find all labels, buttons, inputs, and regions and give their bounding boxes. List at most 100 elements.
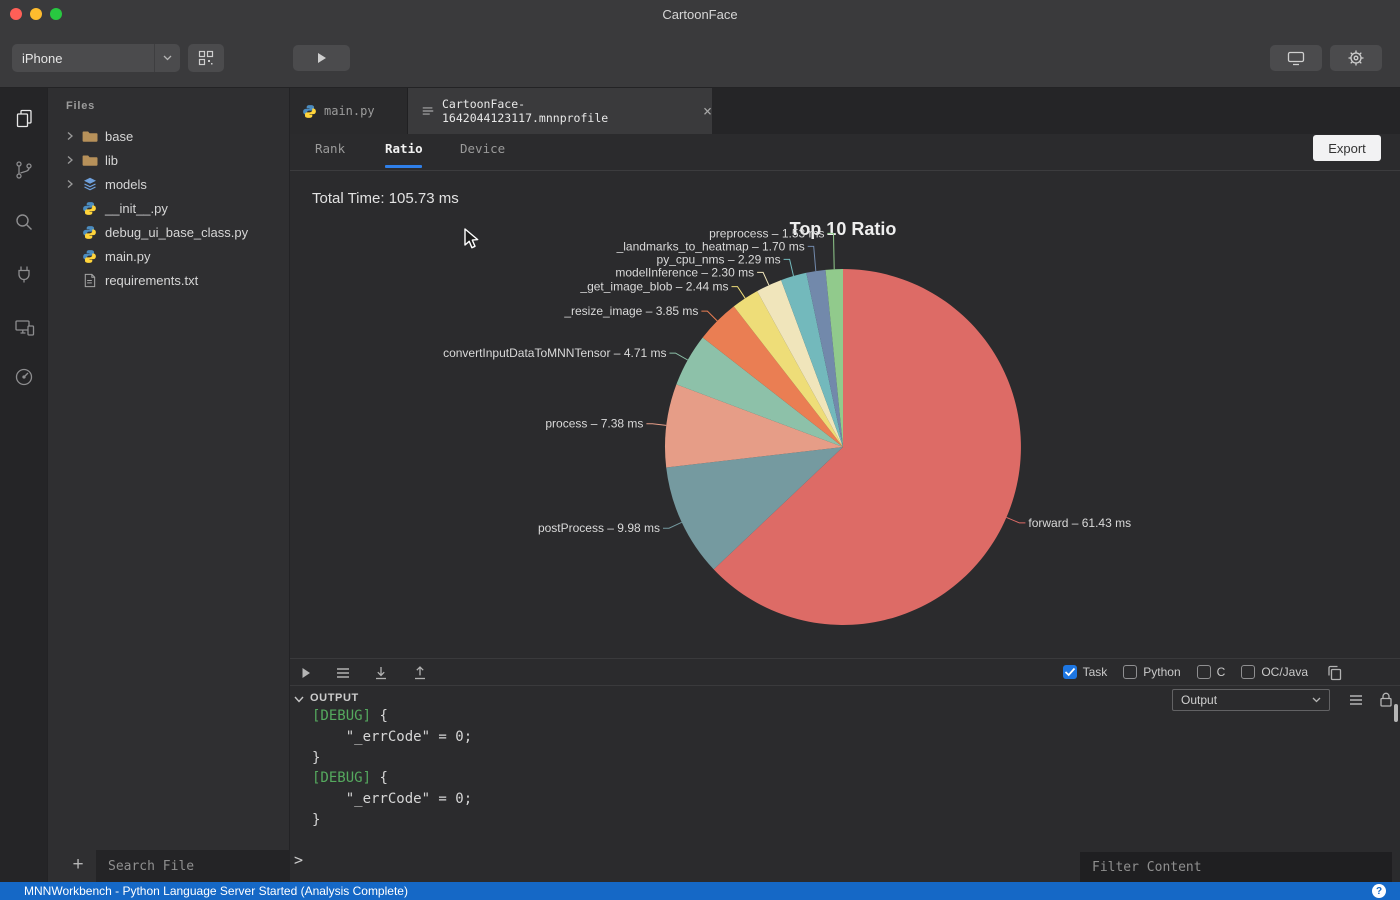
tab-mnnprofile[interactable]: CartoonFace-1642044123117.mnnprofile ×: [408, 88, 712, 134]
checkbox-label: Task: [1082, 665, 1108, 679]
line-text: "_errCode" = 0;: [312, 791, 473, 808]
export-button[interactable]: Export: [1313, 135, 1381, 161]
tree-item-lib[interactable]: lib: [48, 148, 290, 172]
list-icon: [337, 668, 349, 678]
pie-label: modelInference – 2.30 ms: [615, 265, 754, 279]
title-bar: CartoonFace: [0, 0, 1400, 28]
upload-button[interactable]: [412, 665, 428, 681]
search-file-input[interactable]: [96, 850, 290, 882]
tab-rank[interactable]: Rank: [315, 141, 345, 156]
pie-label-line: [701, 310, 718, 322]
files-activity-button[interactable]: [12, 106, 36, 130]
folder-icon: [82, 152, 99, 168]
devices-activity-button[interactable]: [12, 315, 36, 339]
tab-main-py[interactable]: main.py: [290, 88, 408, 134]
download-button[interactable]: [373, 665, 389, 681]
task-list-button[interactable]: [335, 665, 351, 681]
tree-item-debug-ui-base-class-py[interactable]: debug_ui_base_class.py: [48, 220, 290, 244]
clear-output-button[interactable]: [1348, 692, 1364, 708]
output-panel-title: OUTPUT: [310, 692, 359, 704]
files-icon: [16, 109, 32, 128]
tree-item-requirements-txt[interactable]: requirements.txt: [48, 268, 290, 292]
run-button[interactable]: [293, 45, 350, 71]
output-channel-select[interactable]: Output: [1172, 689, 1330, 711]
pie-label-line: [669, 352, 688, 361]
checkbox-label: OC/Java: [1261, 665, 1308, 679]
tree-item-label: base: [105, 128, 134, 144]
devices-icon: [14, 319, 34, 336]
pie-label-line: [1006, 516, 1026, 524]
chevron-right-icon: [66, 179, 82, 189]
text-file-icon: [82, 273, 99, 288]
upload-icon: [415, 666, 425, 680]
play-icon: [318, 53, 326, 63]
search-activity-button[interactable]: [12, 210, 36, 234]
pie-chart: forward – 61.43 ms postProcess – 9.98 ms p…: [443, 226, 1131, 625]
checkbox-box[interactable]: [1123, 665, 1138, 679]
pie-label: forward – 61.43 ms: [1028, 516, 1131, 530]
tree-item-main-py[interactable]: main.py: [48, 244, 290, 268]
qr-code-icon: [198, 50, 214, 66]
device-select[interactable]: iPhone: [12, 44, 180, 72]
pie-label-line: [731, 286, 746, 299]
scrollbar-thumb[interactable]: [1394, 704, 1398, 722]
runner-checkbox-group: Task Python C OC/Java: [1062, 659, 1308, 685]
tree-item-models[interactable]: models: [48, 172, 290, 196]
console-prompt[interactable]: >: [294, 851, 303, 869]
output-line: [DEBUG] {: [312, 768, 472, 789]
line-text: }: [312, 811, 321, 828]
run-output-button[interactable]: [298, 665, 314, 681]
close-tab-icon[interactable]: ×: [703, 103, 712, 119]
settings-button[interactable]: [1330, 45, 1382, 71]
python-checkbox[interactable]: Python: [1123, 665, 1181, 679]
profile-file-icon: [421, 104, 435, 118]
chevron-right-icon: [66, 131, 82, 141]
pie-label: py_cpu_nms – 2.29 ms: [657, 252, 781, 266]
chevron-down-icon: [154, 44, 180, 72]
tab-ratio[interactable]: Ratio: [385, 141, 423, 156]
dashboard-activity-button[interactable]: [12, 365, 36, 389]
tab-device[interactable]: Device: [460, 141, 505, 156]
preview-button[interactable]: [1270, 45, 1322, 71]
preview-icon: [1287, 51, 1305, 66]
debug-activity-button[interactable]: [12, 262, 36, 286]
checkbox-box[interactable]: [1196, 665, 1211, 679]
checkbox-box[interactable]: [1241, 665, 1256, 679]
chevron-right-icon: [66, 155, 82, 165]
tree-item-init-py[interactable]: __init__.py: [48, 196, 290, 220]
pie-label: postProcess – 9.98 ms: [538, 521, 660, 535]
status-bar: MNNWorkbench - Python Language Server St…: [0, 882, 1400, 900]
debug-tag: [DEBUG]: [312, 770, 372, 787]
tree-item-base[interactable]: base: [48, 124, 290, 148]
pie-label-line: [807, 245, 817, 272]
status-message: MNNWorkbench - Python Language Server St…: [24, 884, 408, 898]
debug-tag: [DEBUG]: [312, 708, 372, 724]
device-select-value: iPhone: [22, 50, 63, 66]
activity-bar: [0, 88, 48, 882]
checkbox-label: C: [1216, 665, 1226, 679]
pie-label: process – 7.38 ms: [545, 417, 643, 431]
help-button[interactable]: ?: [1372, 884, 1386, 898]
lock-output-button[interactable]: [1378, 691, 1394, 708]
python-icon: [82, 249, 99, 264]
c-checkbox[interactable]: C: [1196, 665, 1226, 679]
copy-icon: [1328, 665, 1342, 681]
copy-button[interactable]: [1326, 664, 1344, 682]
pie-label: preprocess – 1.53 ms: [709, 226, 824, 240]
ocjava-checkbox[interactable]: OC/Java: [1241, 665, 1308, 679]
qr-code-button[interactable]: [188, 44, 224, 72]
filter-content-input[interactable]: [1080, 852, 1392, 882]
pie-label-line: [757, 271, 770, 286]
collapse-output-button[interactable]: [294, 696, 304, 703]
source-control-activity-button[interactable]: [12, 158, 36, 182]
add-file-button[interactable]: +: [64, 850, 92, 880]
layers-icon: [82, 176, 99, 192]
speedometer-icon: [15, 368, 33, 386]
pie-label-line: [646, 423, 667, 426]
gear-icon: [1348, 50, 1364, 66]
pie-label: convertInputDataToMNNTensor – 4.71 ms: [443, 346, 666, 360]
task-checkbox[interactable]: Task: [1062, 665, 1108, 679]
runner-bar: Task Python C OC/Java: [290, 658, 1400, 686]
output-line: "_errCode" = 0;: [312, 789, 472, 810]
checkbox-box[interactable]: [1062, 665, 1077, 679]
